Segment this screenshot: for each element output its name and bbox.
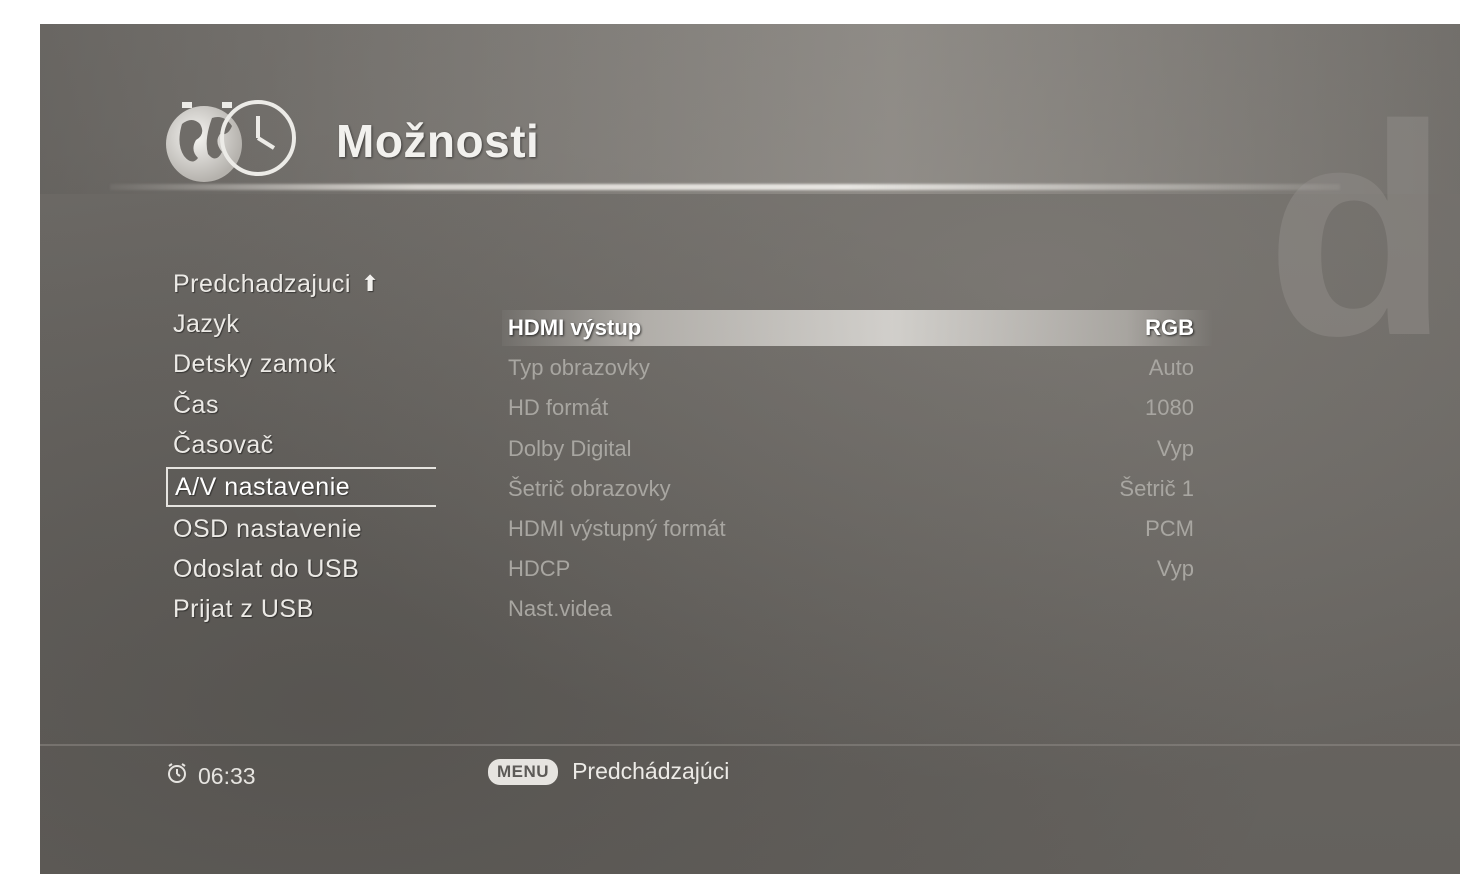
setting-row-screensaver[interactable]: Šetrič obrazovky Šetrič 1 bbox=[502, 469, 1212, 509]
setting-label: Typ obrazovky bbox=[508, 355, 650, 381]
menu-item-label: Časovač bbox=[173, 430, 274, 459]
menu-item-time[interactable]: Čas bbox=[166, 385, 436, 425]
setting-label: HDCP bbox=[508, 556, 571, 582]
menu-item-label: Čas bbox=[173, 390, 219, 419]
setting-value: Šetrič 1 bbox=[1119, 475, 1194, 501]
menu-item-send-to-usb[interactable]: Odoslat do USB bbox=[166, 549, 436, 589]
setting-row-hdmi-output-format[interactable]: HDMI výstupný formát PCM bbox=[502, 509, 1212, 549]
footer-menu-hint: MENU Predchádzajúci bbox=[488, 758, 729, 785]
menu-item-receive-from-usb[interactable]: Prijat z USB bbox=[166, 589, 436, 629]
current-time: 06:33 bbox=[198, 762, 256, 789]
brand-watermark: d bbox=[1256, 62, 1449, 398]
header-divider bbox=[110, 184, 1340, 190]
setting-label: HD formát bbox=[508, 395, 609, 421]
menu-item-label: Jazyk bbox=[173, 310, 240, 339]
menu-item-av-settings[interactable]: A/V nastavenie bbox=[166, 466, 436, 507]
menu-item-label: Detsky zamok bbox=[173, 350, 336, 379]
menu-item-osd-settings[interactable]: OSD nastavenie bbox=[166, 509, 436, 549]
setting-value: Vyp bbox=[1156, 435, 1194, 461]
setting-value: PCM bbox=[1145, 515, 1194, 541]
setting-label: Nast.videa bbox=[508, 596, 612, 622]
menu-item-label: A/V nastavenie bbox=[175, 472, 351, 501]
setting-label: HDMI výstupný formát bbox=[508, 515, 726, 541]
setting-label: Dolby Digital bbox=[508, 435, 632, 461]
options-menu: Predchadzajuci ⬆ Jazyk Detsky zamok Čas Č… bbox=[166, 264, 436, 630]
setting-value: RGB bbox=[1145, 315, 1194, 340]
footer-divider bbox=[40, 744, 1460, 746]
menu-item-label: OSD nastavenie bbox=[173, 514, 363, 543]
setting-row-video-settings[interactable]: Nast.videa bbox=[502, 589, 1212, 629]
menu-key-button[interactable]: MENU bbox=[488, 758, 559, 785]
page-title: Možnosti bbox=[336, 115, 540, 167]
menu-item-previous[interactable]: Predchadzajuci ⬆ bbox=[166, 264, 436, 304]
menu-item-timer[interactable]: Časovač bbox=[166, 425, 436, 465]
setting-value: Vyp bbox=[1156, 556, 1194, 582]
setting-value: Auto bbox=[1148, 355, 1194, 381]
brand-watermark-letter: d bbox=[1266, 104, 1436, 344]
setting-row-hdcp[interactable]: HDCP Vyp bbox=[502, 549, 1212, 589]
footer-clock: 06:33 bbox=[166, 762, 256, 790]
menu-item-language[interactable]: Jazyk bbox=[166, 304, 436, 344]
setting-row-hd-format[interactable]: HD formát 1080 bbox=[502, 388, 1212, 428]
menu-item-label: Prijat z USB bbox=[173, 595, 314, 624]
menu-item-label: Predchadzajuci bbox=[173, 270, 351, 298]
setting-label: HDMI výstup bbox=[508, 315, 642, 340]
alarm-clock-icon bbox=[166, 762, 188, 790]
menu-item-parental-lock[interactable]: Detsky zamok bbox=[166, 344, 436, 384]
tv-screen: Možnosti d Predchadzajuci ⬆ Jazyk Detsky … bbox=[40, 24, 1460, 874]
setting-row-dolby-digital[interactable]: Dolby Digital Vyp bbox=[502, 429, 1212, 469]
up-arrow-icon: ⬆ bbox=[360, 271, 380, 296]
setting-row-hdmi-output[interactable]: HDMI výstup RGB bbox=[502, 308, 1212, 348]
globe-clock-icon bbox=[162, 94, 302, 186]
setting-row-screen-type[interactable]: Typ obrazovky Auto bbox=[502, 348, 1212, 388]
setting-value: 1080 bbox=[1145, 395, 1194, 421]
menu-item-label: Odoslat do USB bbox=[173, 555, 360, 584]
av-settings-list: HDMI výstup RGB Typ obrazovky Auto HD fo… bbox=[502, 308, 1212, 630]
setting-label: Šetrič obrazovky bbox=[508, 475, 671, 501]
menu-hint-label: Predchádzajúci bbox=[572, 758, 730, 784]
